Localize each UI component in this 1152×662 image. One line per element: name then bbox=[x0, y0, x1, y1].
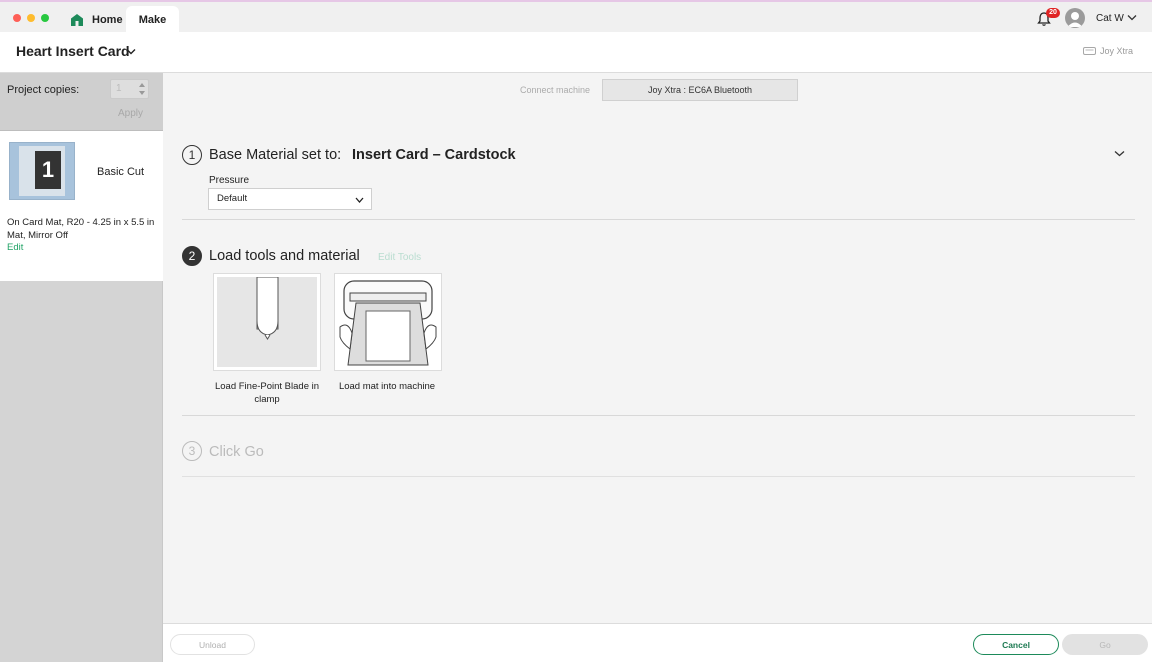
load-blade-label: Load Fine-Point Blade in clamp bbox=[214, 381, 320, 405]
step-1-number: 1 bbox=[182, 145, 202, 165]
project-header: Heart Insert Card Joy Xtra bbox=[0, 32, 1152, 73]
step-3-number: 3 bbox=[182, 441, 202, 461]
minimize-window-button[interactable] bbox=[27, 14, 35, 22]
apply-button[interactable]: Apply bbox=[118, 108, 143, 119]
pressure-select[interactable]: Default bbox=[208, 188, 372, 210]
mat-card[interactable]: 1 Basic Cut On Card Mat, R20 - 4.25 in x… bbox=[0, 131, 163, 281]
user-name[interactable]: Cat W bbox=[1096, 13, 1124, 24]
edit-tools-link[interactable]: Edit Tools bbox=[378, 252, 421, 263]
load-mat-icon bbox=[339, 280, 437, 366]
make-main-panel: Connect machine Joy Xtra : EC6A Bluetoot… bbox=[163, 73, 1152, 623]
card-preview: 1 bbox=[19, 146, 65, 196]
mat-number: 1 bbox=[35, 151, 61, 189]
avatar[interactable] bbox=[1065, 8, 1085, 28]
divider bbox=[182, 415, 1135, 416]
project-copies-panel: Project copies: 1 Apply bbox=[0, 73, 163, 131]
mat-description: On Card Mat, R20 - 4.25 in x 5.5 in Mat,… bbox=[7, 217, 155, 241]
unload-button[interactable]: Unload bbox=[170, 634, 255, 655]
machine-icon bbox=[1083, 47, 1096, 55]
cut-type-label: Basic Cut bbox=[97, 166, 145, 178]
chevron-down-icon[interactable] bbox=[1127, 14, 1137, 21]
close-window-button[interactable] bbox=[13, 14, 21, 22]
project-title[interactable]: Heart Insert Card bbox=[16, 43, 130, 59]
go-button[interactable]: Go bbox=[1062, 634, 1148, 655]
chevron-down-icon[interactable] bbox=[1114, 150, 1125, 157]
chevron-down-icon[interactable] bbox=[126, 48, 136, 55]
load-blade-card bbox=[213, 273, 321, 371]
stepper-arrows-icon[interactable] bbox=[137, 81, 147, 97]
divider bbox=[182, 219, 1135, 220]
step-1-title: Base Material set to: bbox=[209, 147, 342, 163]
connect-machine-label: Connect machine bbox=[520, 85, 591, 95]
step-2-title: Load tools and material bbox=[209, 248, 360, 264]
home-icon bbox=[71, 14, 83, 26]
mat-sidebar: Project copies: 1 Apply 1 Basic Cut On C… bbox=[0, 73, 163, 662]
edit-mat-link[interactable]: Edit bbox=[7, 242, 23, 253]
cancel-button[interactable]: Cancel bbox=[973, 634, 1059, 655]
notification-count-badge: 20 bbox=[1046, 8, 1060, 18]
step-2-number: 2 bbox=[182, 246, 202, 266]
tab-make-label: Make bbox=[138, 14, 167, 26]
maximize-window-button[interactable] bbox=[41, 14, 49, 22]
tab-home-label: Home bbox=[92, 14, 123, 26]
user-icon bbox=[1067, 12, 1083, 27]
base-material-value: Insert Card – Cardstock bbox=[352, 147, 516, 163]
tab-make[interactable]: Make bbox=[126, 6, 179, 34]
title-bar: Home Make 20 Cat W bbox=[0, 0, 1152, 34]
machine-illustration bbox=[338, 277, 438, 367]
action-footer: Unload Cancel Go bbox=[163, 623, 1152, 662]
divider bbox=[182, 476, 1135, 477]
mat-thumbnail[interactable]: 1 bbox=[9, 142, 75, 200]
connected-machine-button[interactable]: Joy Xtra : EC6A Bluetooth bbox=[602, 79, 798, 101]
load-mat-card bbox=[334, 273, 442, 371]
chevron-down-icon[interactable] bbox=[355, 197, 364, 203]
tab-home[interactable]: Home bbox=[62, 6, 131, 34]
blade-illustration bbox=[217, 276, 317, 367]
blade-clamp-icon bbox=[256, 276, 279, 340]
machine-name: Joy Xtra bbox=[1100, 46, 1134, 56]
project-copies-label: Project copies: bbox=[7, 84, 80, 96]
pressure-label: Pressure bbox=[209, 175, 250, 186]
step-3-title: Click Go bbox=[209, 444, 264, 460]
load-mat-label: Load mat into machine bbox=[338, 381, 436, 392]
